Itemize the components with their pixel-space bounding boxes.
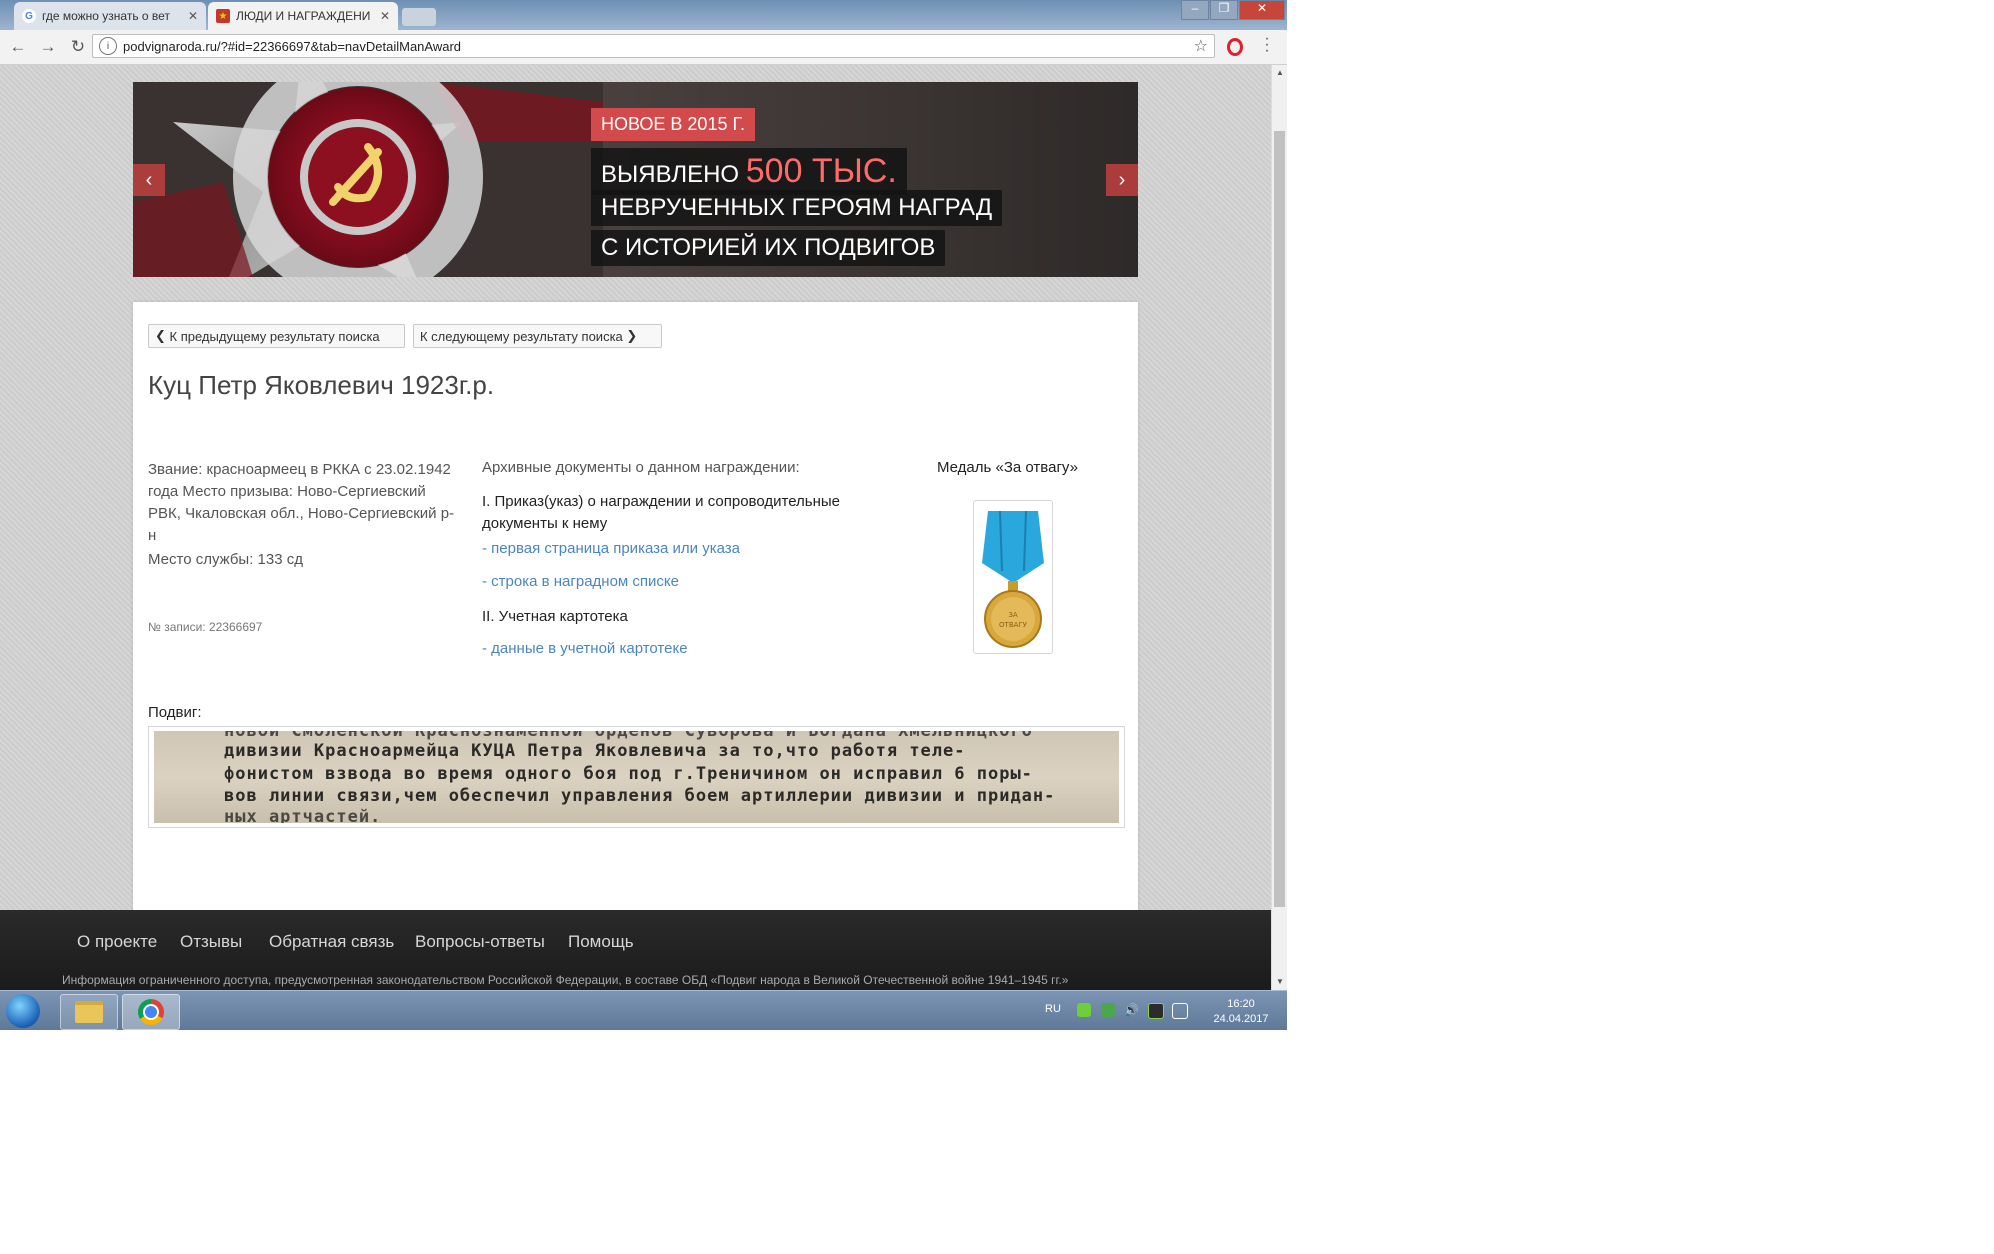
tab-podvig-naroda[interactable]: ★ ЛЮДИ И НАГРАЖДЕНИ ✕ [208,2,398,30]
service-info: Место службы: 133 сд [148,551,303,568]
feat-label: Подвиг: [148,704,202,721]
tab-google-search[interactable]: G где можно узнать о вет ✕ [14,2,206,30]
network-icon[interactable] [1172,1003,1188,1019]
prev-result-label: К предыдущему результату поиска [169,328,380,344]
page-viewport: НОВОЕ В 2015 Г. ВЫЯВЛЕНО 500 ТЫС. НЕВРУЧ… [0,65,1271,990]
scroll-down-icon[interactable]: ▼ [1272,974,1287,990]
forward-button[interactable]: → [36,35,60,59]
footer: О проекте Отзывы Обратная связь Вопросы-… [0,910,1271,990]
banner-line-2: НЕВРУЧЕННЫХ ГЕРОЯМ НАГРАД [591,190,1003,226]
site-info-icon[interactable]: i [99,37,117,55]
language-indicator[interactable]: RU [1045,1003,1061,1015]
tab-close-icon[interactable]: ✕ [188,9,198,23]
feat-document-scan: новой Смоленской Краснознаменной орденов… [154,731,1119,823]
page-scrollbar[interactable]: ▲ ▼ [1271,65,1287,990]
taskbar-chrome[interactable] [122,994,180,1030]
chevron-right-icon: ❯ [622,328,638,343]
tray-nvidia-icon[interactable] [1148,1003,1164,1019]
scroll-up-icon[interactable]: ▲ [1272,65,1287,81]
footer-link-feedback[interactable]: Обратная связь [269,932,394,952]
system-clock[interactable]: 16:20 24.04.2017 [1205,997,1277,1027]
carousel-prev-button[interactable]: ‹ [133,164,165,196]
address-bar[interactable]: i podvignaroda.ru/?#id=22366697&tab=navD… [92,34,1215,58]
scan-line: новой Смоленской Краснознаменной орденов… [224,731,1033,741]
next-result-button[interactable]: К следующему результату поиска ❯ [413,324,662,348]
tray-security-icon[interactable] [1101,1003,1115,1017]
arrow-right-icon: → [39,37,57,56]
tab-title: где можно узнать о вет [42,9,170,23]
tab-close-icon[interactable]: ✕ [380,9,390,23]
scan-line: вов линии связи,чем обеспечил управления… [224,786,1056,806]
scan-line: ных артчастей. [224,807,382,823]
start-button[interactable] [6,994,40,1028]
podvig-favicon-icon: ★ [216,9,230,23]
back-button[interactable]: ← [6,35,30,59]
medal-for-courage-icon: ЗА ОТВАГУ [982,510,1044,648]
award-image[interactable]: ЗА ОТВАГУ [973,500,1053,654]
svg-text:ЗА: ЗА [1008,611,1017,619]
next-result-label: К следующему результату поиска [420,328,623,344]
footer-info-text: Информация ограниченного доступа, предус… [62,973,1069,987]
docs-section-order: I. Приказ(указ) о награждении и сопровод… [482,493,841,532]
volume-icon[interactable]: 🔊 [1124,1003,1139,1017]
clock-time: 16:20 [1227,998,1255,1010]
footer-link-reviews[interactable]: Отзывы [180,932,242,952]
scroll-thumb[interactable] [1274,131,1285,907]
scan-line: дивизии Красноармейца КУЦА Петра Яковлев… [224,741,966,761]
docs-section-card-index: II. Учетная картотека [482,608,628,625]
banner-highlight: 500 ТЫС. [745,152,897,190]
url-text[interactable]: podvignaroda.ru/?#id=22366697&tab=navDet… [123,39,1194,54]
feat-document-frame: новой Смоленской Краснознаменной орденов… [148,726,1125,828]
windows-taskbar: RU 🔊 16:20 24.04.2017 [0,990,1287,1030]
chevron-left-icon: ❮ [155,328,170,343]
person-detail-card: ❮ К предыдущему результату поиска К след… [133,302,1138,922]
window-controls: – ❐ ✕ [1180,0,1285,20]
link-card-index-data[interactable]: - данные в учетной картотеке [482,640,688,657]
prev-result-button[interactable]: ❮ К предыдущему результату поиска [148,324,405,348]
reload-button[interactable]: ↻ [66,35,90,59]
tab-title: ЛЮДИ И НАГРАЖДЕНИ [236,9,371,23]
browser-titlebar: G где можно узнать о вет ✕ ★ ЛЮДИ И НАГР… [0,0,1287,30]
browser-toolbar: ← → ↻ i podvignaroda.ru/?#id=22366697&ta… [0,30,1287,65]
page-title: Куц Петр Яковлевич 1923г.р. [148,370,495,400]
arrow-left-icon: ← [9,37,27,56]
carousel-next-button[interactable]: › [1106,164,1138,196]
hero-banner: НОВОЕ В 2015 Г. ВЫЯВЛЕНО 500 ТЫС. НЕВРУЧ… [133,82,1138,277]
minimize-button[interactable]: – [1181,0,1209,20]
footer-link-about[interactable]: О проекте [77,932,157,952]
link-order-first-page[interactable]: - первая страница приказа или указа [482,540,740,557]
archive-docs-title: Архивные документы о данном награждении: [482,459,800,476]
bookmark-star-icon[interactable]: ☆ [1194,36,1208,56]
google-icon: G [22,9,36,23]
taskbar-explorer[interactable] [60,994,118,1030]
footer-link-faq[interactable]: Вопросы-ответы [415,932,545,952]
award-title: Медаль «За отвагу» [937,459,1078,476]
reload-icon: ↻ [70,37,86,56]
folder-icon [75,1001,103,1023]
new-tab-button[interactable] [402,8,436,26]
chrome-icon [138,999,164,1025]
screen: G где можно узнать о вет ✕ ★ ЛЮДИ И НАГР… [0,0,1287,1030]
svg-text:ОТВАГУ: ОТВАГУ [999,621,1028,629]
restore-button[interactable]: ❐ [1210,0,1238,20]
order-patriotic-war-icon [133,82,603,277]
scan-line: фонистом взвода во время одного боя под … [224,764,1033,784]
banner-line-3: С ИСТОРИЕЙ ИХ ПОДВИГОВ [591,230,946,266]
browser-menu-icon[interactable]: · · · [1264,31,1270,59]
record-number: № записи: 22366697 [148,620,263,634]
banner-badge: НОВОЕ В 2015 Г. [591,108,756,141]
tray-app-icon[interactable] [1077,1003,1091,1017]
link-award-list-row[interactable]: - строка в наградном списке [482,573,679,590]
footer-link-help[interactable]: Помощь [568,932,634,952]
rank-info: Звание: красноармеец в РККА с 23.02.1942… [148,461,455,544]
clock-date: 24.04.2017 [1213,1013,1269,1025]
close-window-button[interactable]: ✕ [1239,0,1285,20]
banner-line-1: ВЫЯВЛЕНО 500 ТЫС. [591,148,907,195]
banner-line-1-prefix: ВЫЯВЛЕНО [601,161,746,188]
opera-extension-icon[interactable] [1227,38,1243,56]
